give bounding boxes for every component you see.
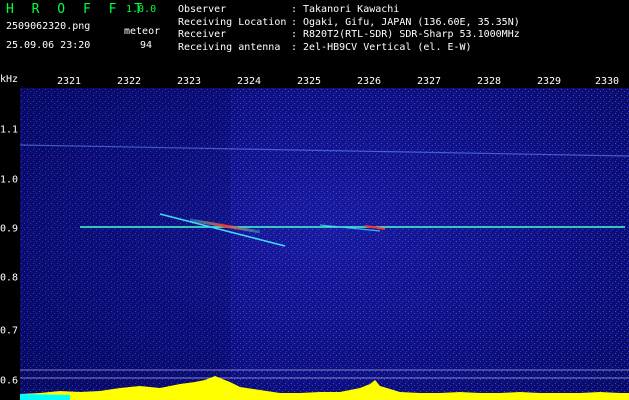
freq-tick: 0.7	[0, 325, 19, 337]
freq-tick: 1.1	[0, 124, 19, 136]
station-info: Observer: Takanori Kawachi Receiving Loca…	[178, 4, 520, 54]
freq-tick: 0.9	[0, 223, 19, 235]
time-tick: 2330	[594, 76, 620, 87]
level-bar-cyan	[20, 394, 70, 400]
app-version: 1.0.0	[126, 4, 157, 15]
detection-label: meteor	[124, 26, 161, 37]
info-row-observer: Observer: Takanori Kawachi	[178, 4, 400, 15]
info-row-location: Receiving Location: Ogaki, Gifu, JAPAN (1…	[178, 16, 520, 28]
time-axis: 2321 2322 2323 2324 2325 2326 2327 2328 …	[0, 74, 629, 88]
time-tick: 2328	[476, 76, 502, 87]
time-tick: 2324	[236, 76, 262, 87]
time-tick: 2326	[356, 76, 382, 87]
datetime: 25.09.06 23:20	[6, 40, 91, 51]
info-row-antenna: Receiving antenna:2el-HB9CV Vertical (el…	[178, 41, 472, 53]
waterfall-plot	[20, 88, 629, 400]
time-tick: 2321	[56, 76, 82, 87]
filename: 2509062320.png	[6, 21, 91, 32]
time-tick: 2322	[116, 76, 142, 87]
dark-column	[20, 88, 230, 388]
freq-tick: 0.8	[0, 272, 19, 284]
detection-count: 94	[140, 40, 153, 51]
time-tick: 2329	[536, 76, 562, 87]
time-tick: 2327	[416, 76, 442, 87]
freq-tick: 0.6	[0, 375, 19, 387]
header: H R O F F T 1.0.0 2509062320.png 25.09.0…	[0, 0, 629, 74]
time-tick: 2323	[176, 76, 202, 87]
freq-tick: 1.0	[0, 174, 19, 186]
info-row-receiver: Receiver: R820T2(RTL-SDR) SDR-Sharp 53.10…	[178, 29, 520, 40]
time-tick: 2325	[296, 76, 322, 87]
spectrogram: kHz 2321 2322 2323 2324 2325 2326 2327 2…	[0, 74, 629, 400]
waterfall-graphics	[20, 88, 629, 400]
